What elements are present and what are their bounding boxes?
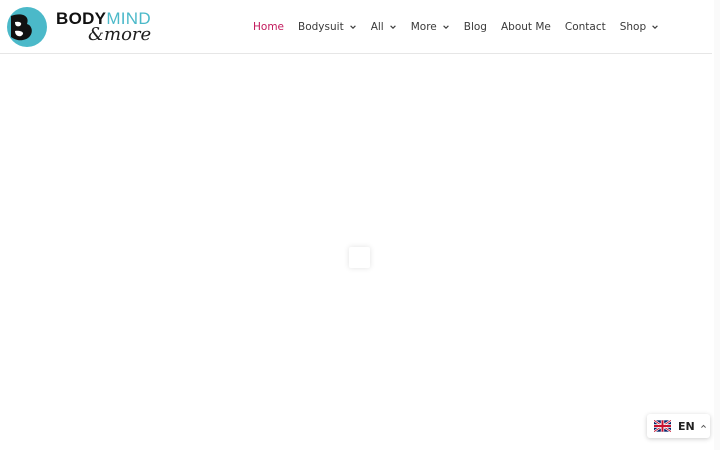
nav-item-more[interactable]: More xyxy=(411,21,450,33)
chevron-up-icon xyxy=(700,424,706,428)
site-logo[interactable]: BODYMIND &more xyxy=(6,6,156,48)
nav-item-blog[interactable]: Blog xyxy=(464,21,487,33)
nav-item-home[interactable]: Home xyxy=(253,21,284,33)
language-switcher[interactable]: EN xyxy=(647,414,710,438)
nav-item-label: Home xyxy=(253,21,285,33)
nav-item-label: Shop xyxy=(619,21,647,33)
nav-item-bodysuit[interactable]: Bodysuit xyxy=(298,21,357,33)
uk-flag-icon xyxy=(654,420,671,432)
nav-item-label: Blog xyxy=(463,21,487,33)
chevron-down-icon xyxy=(389,25,396,29)
loading-spinner xyxy=(349,247,370,268)
nav-item-label: Bodysuit xyxy=(298,21,344,33)
nav-item-label: More xyxy=(410,21,437,33)
nav-item-label: All xyxy=(370,21,384,33)
nav-item-all[interactable]: All xyxy=(371,21,397,33)
nav-item-contact[interactable]: Contact xyxy=(565,21,606,33)
logo-mark-icon xyxy=(7,7,47,47)
nav-item-label: About Me xyxy=(500,21,551,33)
chevron-down-icon xyxy=(349,25,356,29)
logo-word-more: &more xyxy=(88,24,152,45)
nav-item-shop[interactable]: Shop xyxy=(620,21,659,33)
chevron-down-icon xyxy=(442,25,449,29)
scrollbar[interactable] xyxy=(714,0,720,450)
chevron-down-icon xyxy=(652,25,658,29)
nav-item-label: Contact xyxy=(564,21,606,33)
language-code: EN xyxy=(678,419,695,433)
nav-item-about-me[interactable]: About Me xyxy=(501,21,551,33)
main-nav: Home Bodysuit All More Blog About Me Con… xyxy=(253,16,673,38)
site-header: BODYMIND &more Home Bodysuit All More Bl… xyxy=(0,0,712,54)
